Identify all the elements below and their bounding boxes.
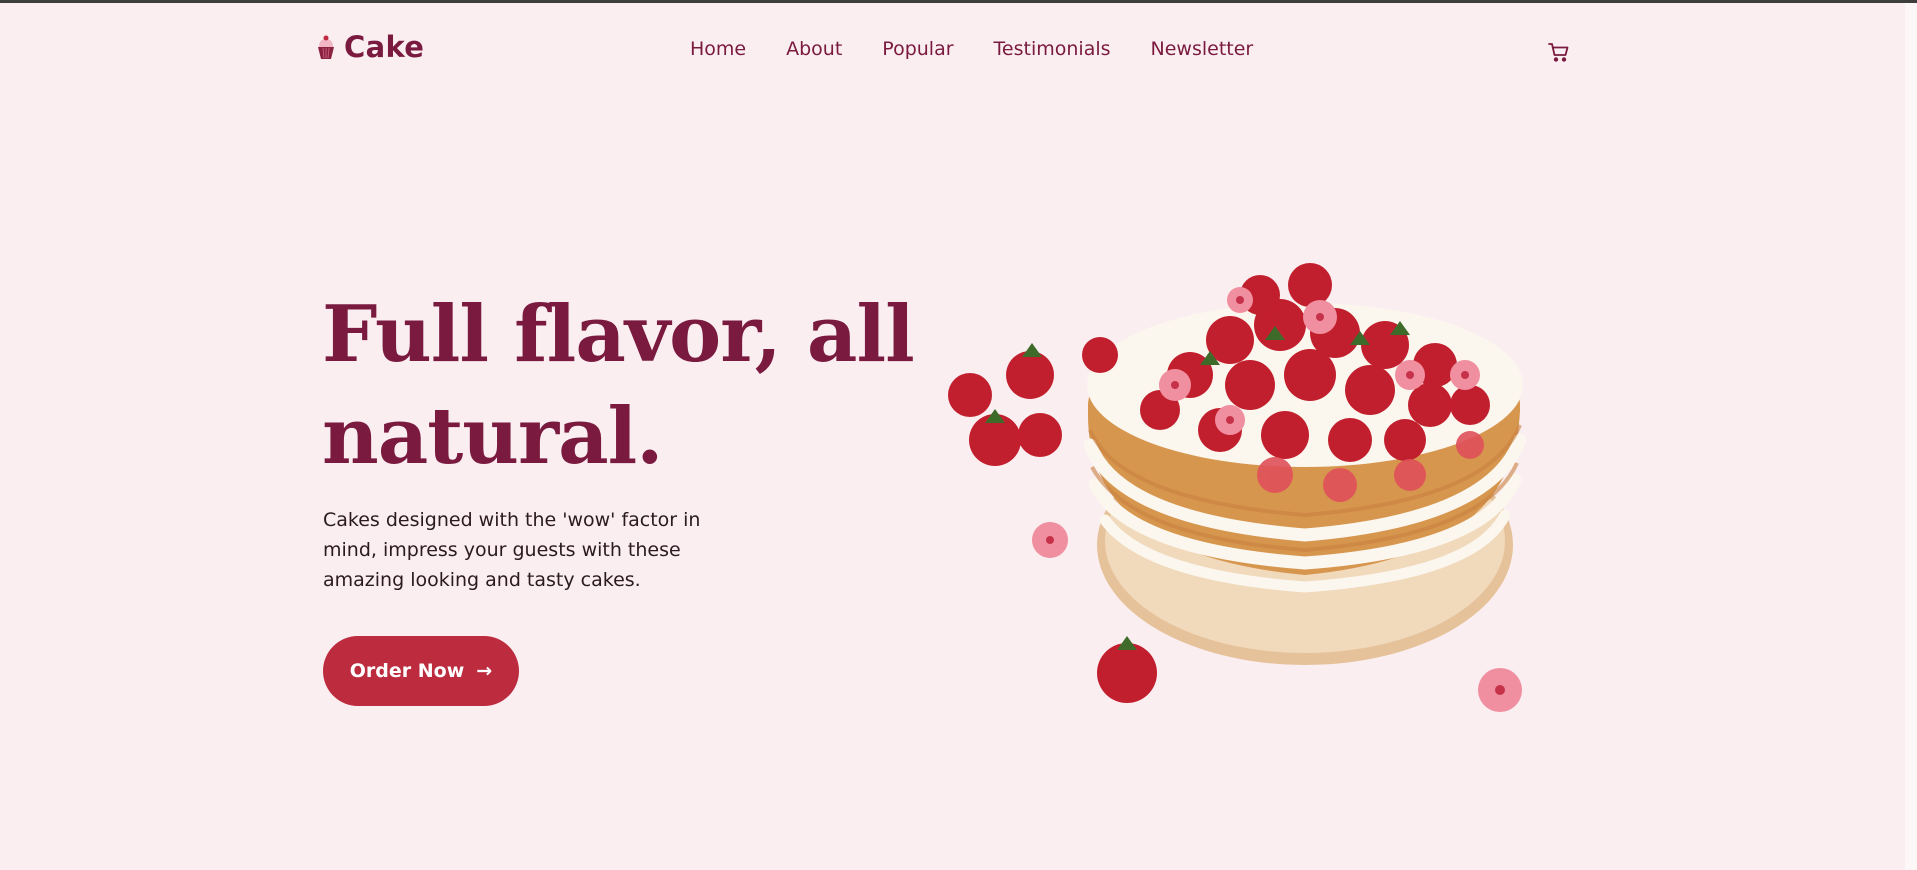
hero-description: Cakes designed with the 'wow' factor in … <box>323 505 743 595</box>
hero-description-line-1: Cakes designed with the 'wow' factor in <box>323 509 701 531</box>
brand-logo[interactable]: Cake <box>316 30 424 64</box>
nav-item-about[interactable]: About <box>786 38 842 60</box>
main-nav: Home About Popular Testimonials Newslett… <box>690 38 1253 60</box>
nav-item-home[interactable]: Home <box>690 38 746 60</box>
brand-name: Cake <box>344 30 425 64</box>
order-now-button[interactable]: Order Now → <box>323 636 519 706</box>
hero-headline-line-2: natural. <box>322 391 663 482</box>
nav-item-popular[interactable]: Popular <box>882 38 953 60</box>
hero-headline-line-1: Full flavor, all <box>322 289 915 380</box>
cupcake-icon <box>318 35 334 59</box>
hero-description-line-3: amazing looking and tasty cakes. <box>323 569 641 591</box>
nav-item-newsletter[interactable]: Newsletter <box>1151 38 1254 60</box>
arrow-right-icon: → <box>476 660 493 682</box>
hero-headline: Full flavor, all natural. <box>322 284 922 488</box>
scrollbar-track[interactable] <box>1905 3 1917 870</box>
nav-item-testimonials[interactable]: Testimonials <box>994 38 1111 60</box>
cart-icon[interactable] <box>1547 40 1571 64</box>
strawberry-cake-image <box>948 263 1527 712</box>
order-now-label: Order Now <box>349 660 465 682</box>
hero-description-line-2: mind, impress your guests with these <box>323 539 681 561</box>
